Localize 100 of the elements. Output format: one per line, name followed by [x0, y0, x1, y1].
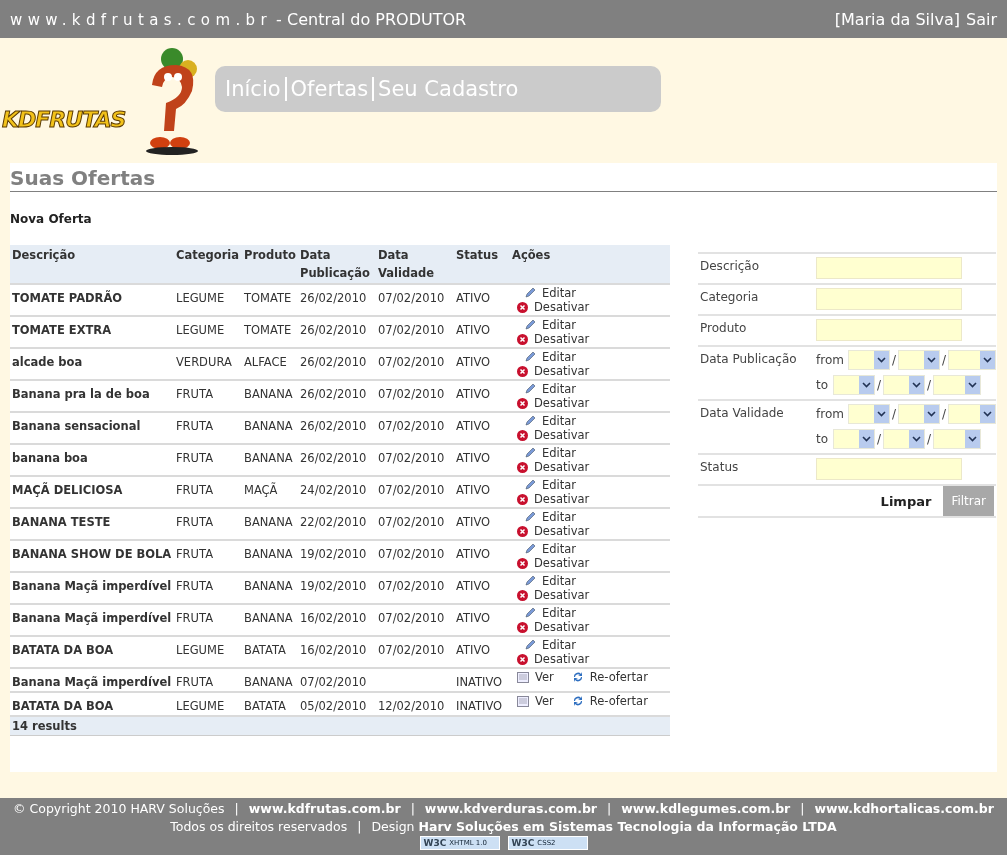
date-select[interactable]	[833, 429, 875, 449]
action-link[interactable]: Editar	[517, 414, 669, 428]
table-cell: 07/02/2010	[376, 604, 454, 636]
caret-icon	[859, 376, 874, 394]
site-link[interactable]: www.kdhortalicas.com.br	[814, 800, 994, 818]
table-cell: 26/02/2010	[298, 316, 376, 348]
date-select[interactable]	[848, 404, 890, 424]
date-select[interactable]	[848, 350, 890, 370]
table-cell: 26/02/2010	[298, 412, 376, 444]
action-link[interactable]: Desativar	[517, 300, 669, 314]
table-cell: 07/02/2010	[376, 572, 454, 604]
table-cell: BANANA	[242, 444, 298, 476]
input-field[interactable]	[816, 458, 962, 480]
action-link[interactable]: Editar	[517, 478, 669, 492]
action-link[interactable]: Editar	[517, 574, 669, 588]
link-separator: |	[234, 800, 239, 818]
action-link[interactable]: Re-ofertar	[571, 670, 648, 684]
column-header: Data Validade	[376, 245, 454, 284]
action-link[interactable]: Desativar	[517, 588, 669, 602]
table-cell: BANANA SHOW DE BOLA	[10, 540, 174, 572]
table-cell: LEGUME	[174, 284, 242, 316]
date-select[interactable]	[898, 404, 941, 424]
refresh-icon	[571, 695, 584, 707]
date-select[interactable]	[898, 350, 941, 370]
date-range-label: to	[816, 378, 830, 392]
action-link[interactable]: Desativar	[517, 524, 669, 538]
action-link[interactable]: Desativar	[517, 492, 669, 506]
close-icon	[517, 621, 528, 633]
caret-icon	[924, 405, 940, 423]
site-link[interactable]: www.kdlegumes.com.br	[621, 800, 791, 818]
table-cell: BATATA	[242, 636, 298, 668]
field-label: Categoria	[700, 289, 760, 306]
table-cell: banana boa	[10, 444, 174, 476]
pencil-icon	[524, 351, 536, 363]
date-select[interactable]	[933, 375, 982, 395]
field-label: Produto	[700, 320, 748, 337]
date-separator: /	[877, 432, 882, 446]
date-select[interactable]	[883, 429, 926, 449]
action-link[interactable]: Desativar	[517, 652, 669, 666]
action-link[interactable]: Editar	[517, 606, 669, 620]
action-link[interactable]: Desativar	[517, 364, 669, 378]
table-cell: 07/02/2010	[376, 508, 454, 540]
site-link[interactable]: www.kdfrutas.com.br	[248, 800, 401, 818]
caret-icon	[874, 405, 889, 423]
site-link[interactable]: www.kdverduras.com.br	[424, 800, 598, 818]
close-icon	[517, 333, 528, 345]
page-title: Suas Ofertas	[10, 163, 997, 192]
column-header: Produto	[242, 245, 298, 284]
table-cell: 07/02/2010	[376, 316, 454, 348]
action-link[interactable]: Editar	[517, 286, 669, 300]
action-link[interactable]: Desativar	[517, 620, 669, 634]
date-separator: /	[892, 353, 897, 367]
action-link[interactable]: Desativar	[517, 428, 669, 442]
date-select[interactable]	[948, 404, 997, 424]
action-link[interactable]: Desativar	[517, 460, 669, 474]
table-cell: BANANA	[242, 412, 298, 444]
input-field[interactable]	[816, 257, 962, 279]
table-cell: FRUTA	[174, 412, 242, 444]
action-link[interactable]: Editar	[517, 382, 669, 396]
pencil-icon	[524, 319, 536, 331]
date-select[interactable]	[833, 375, 875, 395]
table-cell: Banana Maçã imperdível	[10, 668, 174, 692]
table-cell: ATIVO	[454, 348, 510, 380]
action-link[interactable]: Editar	[517, 350, 669, 364]
date-select[interactable]	[933, 429, 982, 449]
table-cell: VERDURA	[174, 348, 242, 380]
table-cell: FRUTA	[174, 540, 242, 572]
pencil-icon	[524, 511, 536, 523]
caret-icon	[980, 405, 996, 423]
action-link[interactable]: Ver	[517, 694, 554, 708]
action-link[interactable]: Ver	[517, 670, 554, 684]
table-cell: 07/02/2010	[376, 540, 454, 572]
pencil-icon	[524, 575, 536, 587]
action-link[interactable]: Editar	[517, 638, 669, 652]
action-link[interactable]: Desativar	[517, 396, 669, 410]
field-label: Descrição	[700, 258, 761, 275]
table-cell: 26/02/2010	[298, 380, 376, 412]
action-link[interactable]: Editar	[517, 542, 669, 556]
action-link[interactable]: Re-ofertar	[571, 694, 648, 708]
table-cell: ALFACE	[242, 348, 298, 380]
table-cell: 16/02/2010	[298, 636, 376, 668]
design-credit: Design Harv Soluções em Sistemas Tecnologia da Informação LTDA	[371, 818, 837, 836]
table-cell: TOMATE PADRÃO	[10, 284, 174, 316]
table-cell: 19/02/2010	[298, 540, 376, 572]
date-select[interactable]	[883, 375, 926, 395]
action-link[interactable]: Editar	[517, 510, 669, 524]
pencil-icon	[524, 447, 536, 459]
action-link[interactable]: Desativar	[517, 556, 669, 570]
form-button[interactable]: Limpar	[872, 486, 940, 516]
caret-icon	[859, 430, 874, 448]
pencil-icon	[524, 607, 536, 619]
action-link[interactable]: Editar	[517, 446, 669, 460]
action-link[interactable]: Desativar	[517, 332, 669, 346]
input-field[interactable]	[816, 319, 962, 341]
action-link[interactable]: Editar	[517, 318, 669, 332]
date-select[interactable]	[948, 350, 997, 370]
input-field[interactable]	[816, 288, 962, 310]
date-range-label: to	[816, 432, 830, 446]
new-offer-link[interactable]: Nova Oferta	[10, 212, 997, 226]
logout-link[interactable]: Sair	[966, 9, 997, 29]
